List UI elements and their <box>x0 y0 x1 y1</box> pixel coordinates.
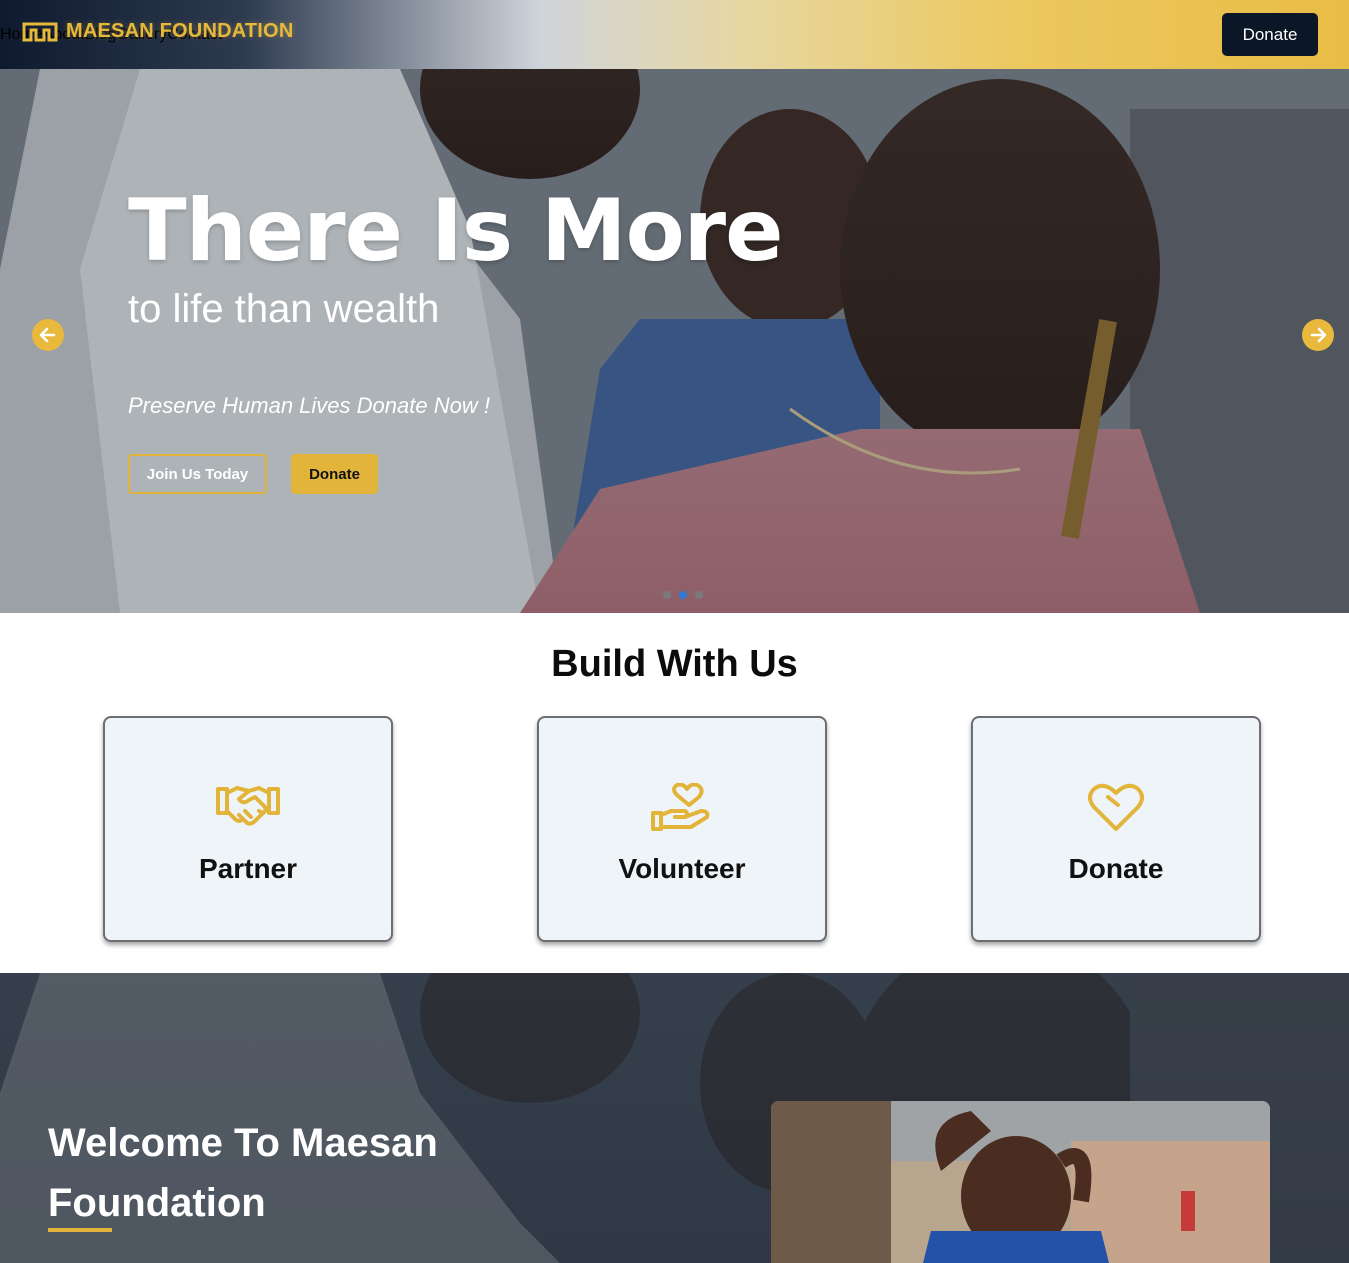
carousel-dot-3[interactable] <box>695 591 703 599</box>
top-navbar: MAESAN FOUNDATION Home About Blog Galler… <box>0 0 1349 69</box>
arrow-left-icon <box>39 327 56 343</box>
hero-overlay <box>0 69 1349 613</box>
nav-donate-button[interactable]: Donate <box>1222 13 1318 56</box>
donate-card[interactable]: Donate <box>971 716 1261 942</box>
carousel-dot-2[interactable] <box>679 591 687 599</box>
donate-card-label: Donate <box>1068 853 1164 884</box>
hero-donate-button[interactable]: Donate <box>291 454 378 494</box>
volunteer-card-label: Volunteer <box>618 853 746 884</box>
volunteer-card[interactable]: Volunteer <box>537 716 827 942</box>
child-photo <box>771 1101 1270 1263</box>
brand-name: MAESAN FOUNDATION <box>66 20 294 42</box>
arrow-right-icon <box>1310 327 1327 343</box>
hero-subtitle: to life than wealth <box>128 287 440 331</box>
carousel-prev-button[interactable] <box>32 319 64 351</box>
welcome-title: Welcome To Maesan Foundation <box>48 1121 438 1225</box>
join-us-button[interactable]: Join Us Today <box>128 454 267 494</box>
partner-card-label: Partner <box>198 853 298 884</box>
brand-logo[interactable]: MAESAN FOUNDATION <box>22 20 293 43</box>
hero-carousel: There Is More to life than wealth Preser… <box>0 69 1349 613</box>
title-underline <box>48 1228 112 1232</box>
handshake-icon <box>216 786 280 826</box>
hero-title: There Is More <box>128 181 783 281</box>
carousel-next-button[interactable] <box>1302 319 1334 351</box>
carousel-dot-1[interactable] <box>663 591 671 599</box>
logo-mark-icon <box>22 22 58 41</box>
hand-heart-icon <box>651 783 710 831</box>
hero-tagline: Preserve Human Lives Donate Now ! <box>128 393 490 418</box>
heart-icon <box>1088 783 1144 831</box>
partner-card[interactable]: Partner <box>103 716 393 942</box>
welcome-section: Welcome To Maesan Foundation <box>0 973 1349 1263</box>
welcome-photo <box>771 1101 1270 1263</box>
build-section-title: Build With Us <box>551 643 798 685</box>
carousel-indicators <box>663 591 703 599</box>
